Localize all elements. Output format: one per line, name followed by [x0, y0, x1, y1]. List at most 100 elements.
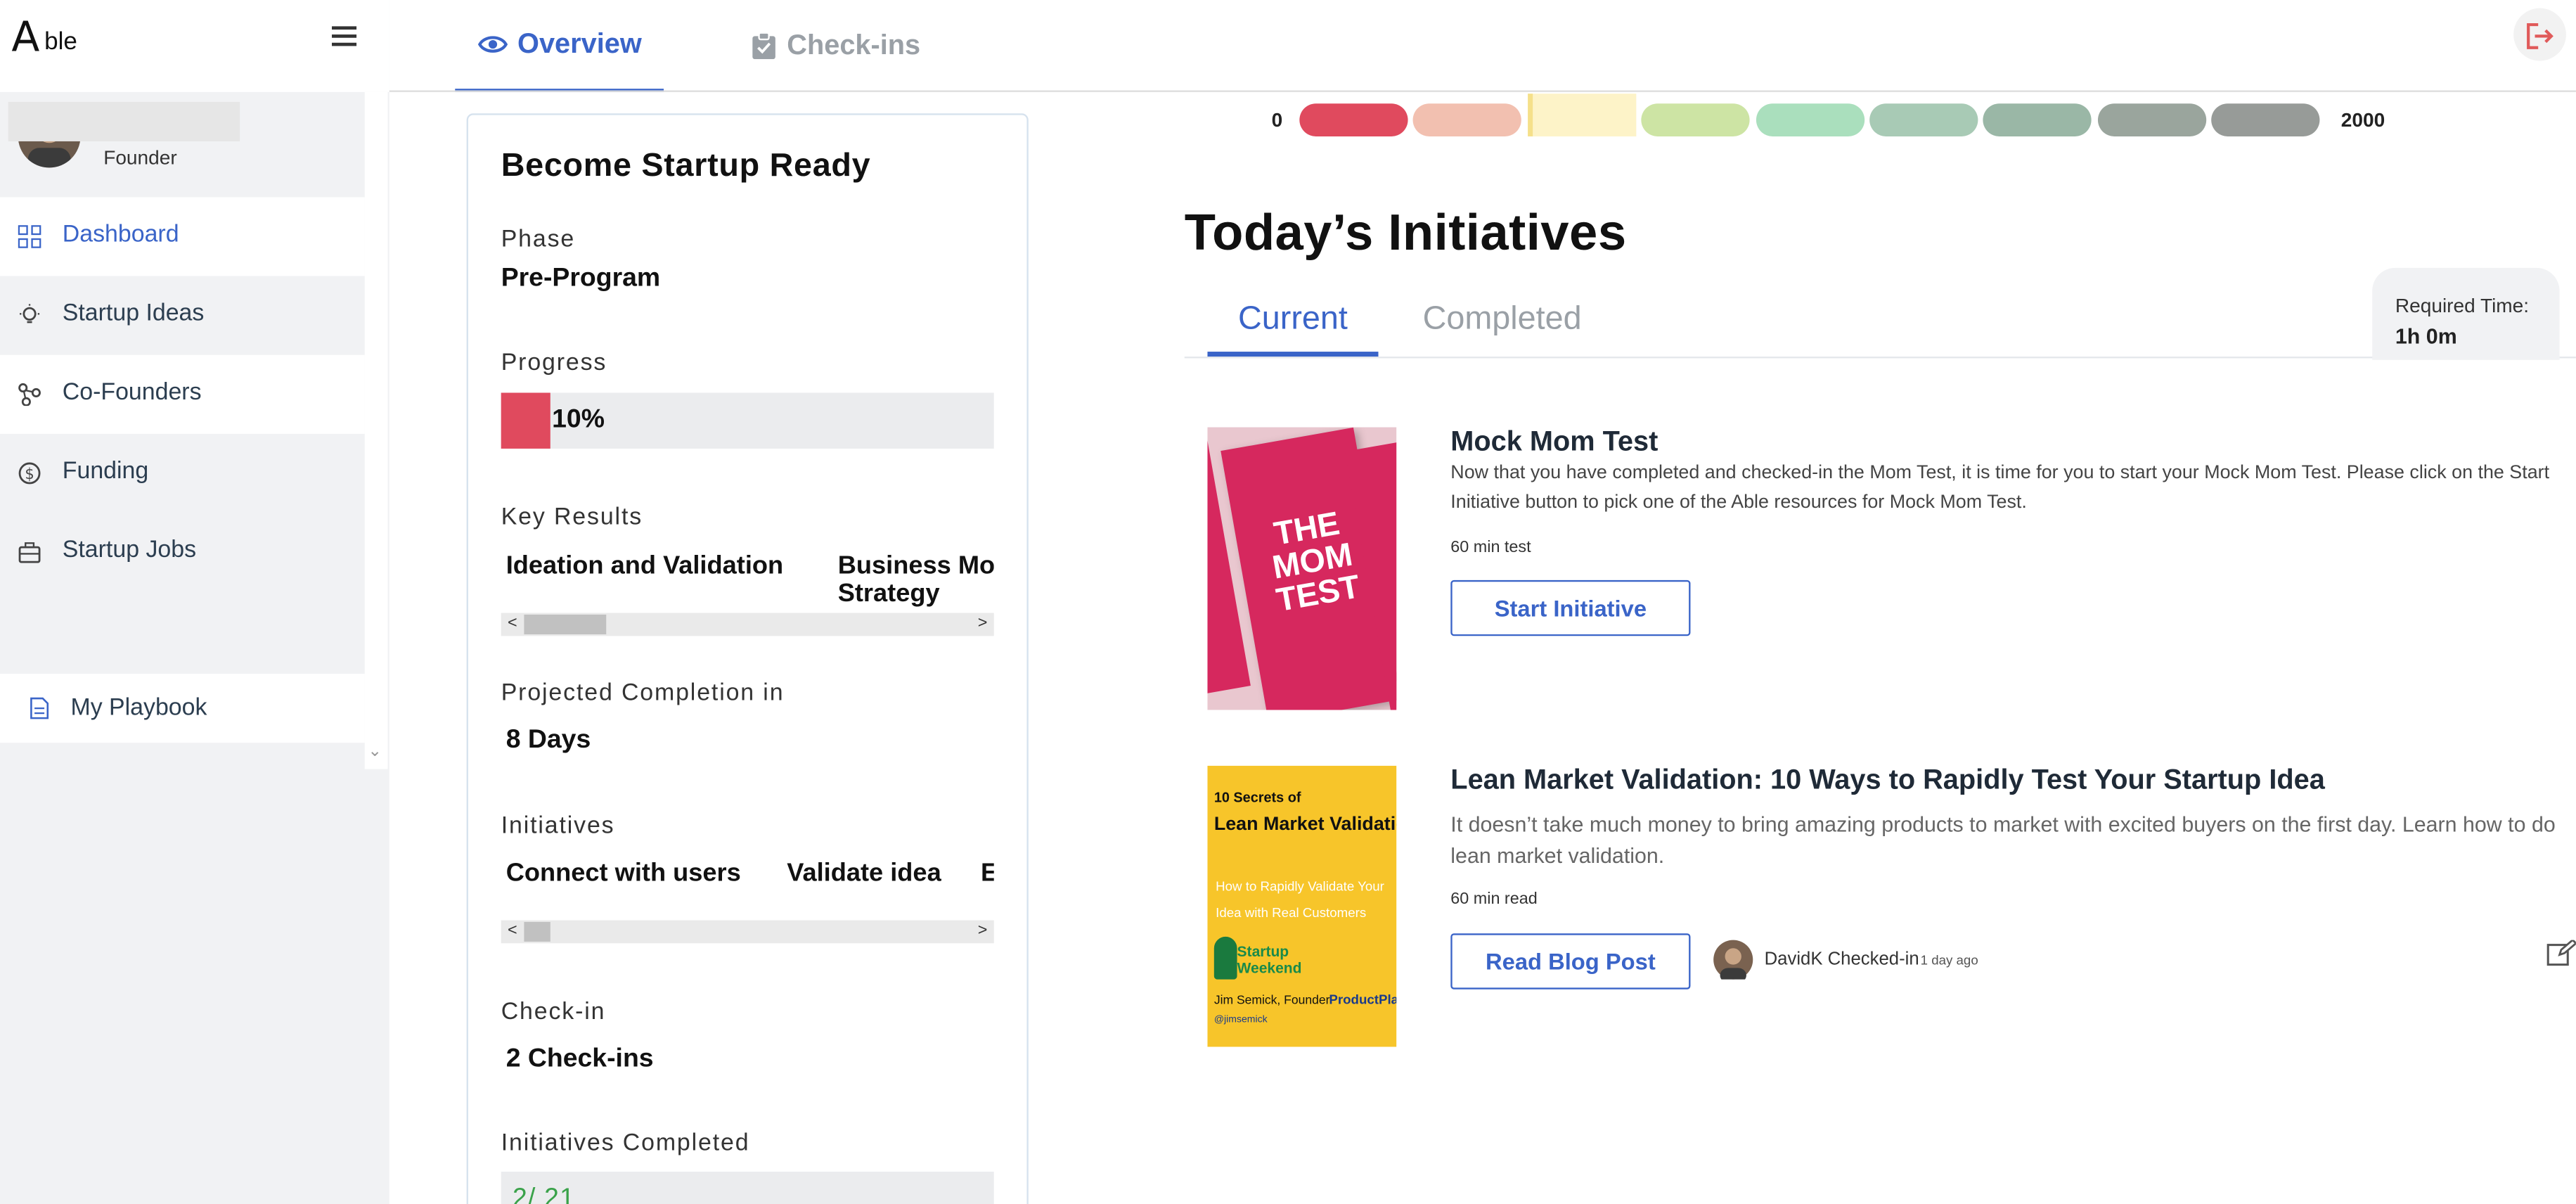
phase-label: Phase	[501, 226, 576, 253]
cover-text: Startup Weekend	[1237, 943, 1302, 976]
progress-text: 10%	[552, 406, 605, 434]
scale-segment	[1641, 103, 1751, 136]
tab-current[interactable]: Current	[1207, 301, 1379, 357]
scroll-left-icon[interactable]: <	[508, 613, 517, 636]
sidebar-item-co-founders[interactable]: Co-Founders	[0, 354, 365, 434]
sidebar-item-startup-jobs[interactable]: Startup Jobs	[0, 513, 365, 591]
cover-text: How to Rapidly Validate Your Idea with R…	[1216, 879, 1384, 921]
key-result-item[interactable]: Ideation and Validation	[506, 552, 835, 580]
scrollbar-thumb[interactable]	[524, 921, 550, 942]
dollar-icon: $	[18, 462, 41, 485]
sidebar-item-label: Co-Founders	[62, 379, 202, 406]
read-blog-post-button[interactable]: Read Blog Post	[1450, 933, 1691, 990]
cover-text: 10 Secrets of	[1213, 788, 1301, 805]
sidebar-item-my-playbook[interactable]: My Playbook	[0, 674, 365, 743]
progress-bar-fill	[501, 392, 550, 449]
initiative-chip[interactable]: Validate idea	[787, 859, 941, 888]
progress-label: Progress	[501, 350, 607, 377]
sidebar-item-funding[interactable]: $ Funding	[0, 434, 365, 513]
initiative-title[interactable]: Lean Market Validation: 10 Ways to Rapid…	[1450, 764, 2325, 798]
card-title: Become Startup Ready	[501, 148, 871, 184]
cover-text: @jimsemick	[1213, 1016, 1268, 1026]
scrollbar-thumb[interactable]	[524, 614, 607, 634]
grid-icon	[18, 225, 41, 248]
scroll-right-icon[interactable]: >	[978, 921, 988, 944]
checkin-label: Check-in	[501, 999, 606, 1026]
required-time-value: 1h 0m	[2395, 324, 2457, 349]
network-icon	[18, 383, 41, 406]
cover-text: Lean Market Validation	[1213, 815, 1396, 835]
chevron-down-icon[interactable]: ⌄	[368, 743, 382, 761]
initiative-description: Now that you have completed and checked-…	[1450, 463, 2550, 513]
document-icon	[28, 697, 51, 720]
scale-segment	[1413, 103, 1522, 136]
sidebar-item-startup-ideas[interactable]: Startup Ideas	[0, 276, 365, 355]
sidebar-item-label: Funding	[62, 458, 149, 485]
initiative-description: It doesn’t take much money to bring amaz…	[1450, 812, 2556, 868]
tab-label: Overview	[517, 27, 642, 60]
key-result-item[interactable]: Business Model Strategy	[838, 552, 994, 608]
cover-text: Jim Semick, Founder	[1213, 992, 1330, 1008]
required-time-label: Required Time:	[2395, 294, 2530, 317]
lean-validation-cover-image: 10 Secrets of Lean Market Validation How…	[1207, 765, 1397, 1047]
scale-segment	[1299, 103, 1408, 136]
initiative-chip[interactable]: Connect with users	[506, 859, 741, 888]
scroll-left-icon[interactable]: <	[508, 921, 517, 944]
scale-segment	[1755, 103, 1865, 136]
sidebar-item-label: My Playbook	[70, 695, 207, 722]
briefcase-icon	[18, 541, 41, 564]
initiatives-completed-value: 2/ 21	[513, 1184, 576, 1204]
initiatives-scrollbar[interactable]: < >	[501, 920, 994, 944]
tab-label: Check-ins	[787, 30, 921, 61]
scale-segment	[2097, 103, 2206, 136]
sidebar	[0, 0, 389, 1204]
scroll-right-icon[interactable]: >	[978, 613, 988, 636]
initiatives-completed-label: Initiatives Completed	[501, 1130, 750, 1158]
scale-current-marker	[1528, 94, 1637, 136]
eye-icon	[477, 33, 508, 56]
tab-completed[interactable]: Completed	[1423, 301, 1582, 339]
projected-value: 8 Days	[505, 726, 591, 755]
initiatives-list: Connect with users Validate idea E	[501, 858, 994, 894]
start-initiative-button[interactable]: Start Initiative	[1450, 579, 1691, 636]
hamburger-menu-icon[interactable]	[332, 26, 357, 46]
initiatives-heading: Today’s Initiatives	[1184, 203, 1627, 262]
user-name-redacted	[8, 101, 240, 141]
initiative-meta: 60 min read	[1450, 890, 1538, 909]
app-logo-text: ble	[44, 27, 77, 56]
sidebar-item-label: Dashboard	[62, 222, 179, 248]
key-results-list: Ideation and Validation Business Model S…	[501, 549, 994, 611]
sidebar-item-label: Startup Ideas	[62, 300, 205, 328]
app-logo[interactable]: A	[11, 16, 39, 57]
checkin-value: 2 Check-ins	[505, 1045, 654, 1073]
projected-label: Projected Completion in	[501, 680, 785, 707]
key-results-label: Key Results	[501, 504, 643, 531]
scale-segment	[2211, 103, 2320, 136]
sidebar-item-dashboard[interactable]: Dashboard	[0, 197, 365, 276]
cover-text: ProductPlan	[1329, 992, 1396, 1008]
initiative-chip[interactable]: E	[981, 859, 994, 888]
phase-value: Pre-Program	[501, 264, 661, 293]
user-role: Founder	[103, 146, 177, 169]
tab-overview[interactable]: Overview	[455, 0, 664, 92]
initiative-meta: 60 min test	[1450, 539, 1531, 558]
tab-check-ins[interactable]: Check-ins	[752, 0, 920, 92]
checkin-time: 1 day ago	[1920, 953, 1978, 968]
startup-weekend-icon	[1213, 936, 1237, 980]
clipboard-check-icon	[752, 32, 775, 60]
checkin-user: DavidK Checked-in	[1764, 949, 1919, 970]
tabs-divider	[1184, 357, 2576, 359]
edit-icon[interactable]	[2546, 938, 2576, 975]
key-results-scrollbar[interactable]: < >	[501, 613, 994, 636]
sidebar-item-label: Startup Jobs	[62, 537, 197, 564]
svg-text:$: $	[25, 465, 34, 482]
logout-icon[interactable]	[2513, 8, 2566, 61]
initiative-title[interactable]: Mock Mom Test	[1450, 425, 1658, 459]
sidebar-scrollbar[interactable]	[364, 91, 388, 769]
scale-segment	[1983, 103, 2092, 136]
mom-test-cover-image: THE MOM TEST	[1207, 427, 1397, 710]
scale-max: 2000	[2340, 108, 2385, 132]
scale-min: 0	[1271, 108, 1283, 132]
lightbulb-icon	[18, 304, 41, 327]
avatar[interactable]	[1713, 940, 1753, 983]
